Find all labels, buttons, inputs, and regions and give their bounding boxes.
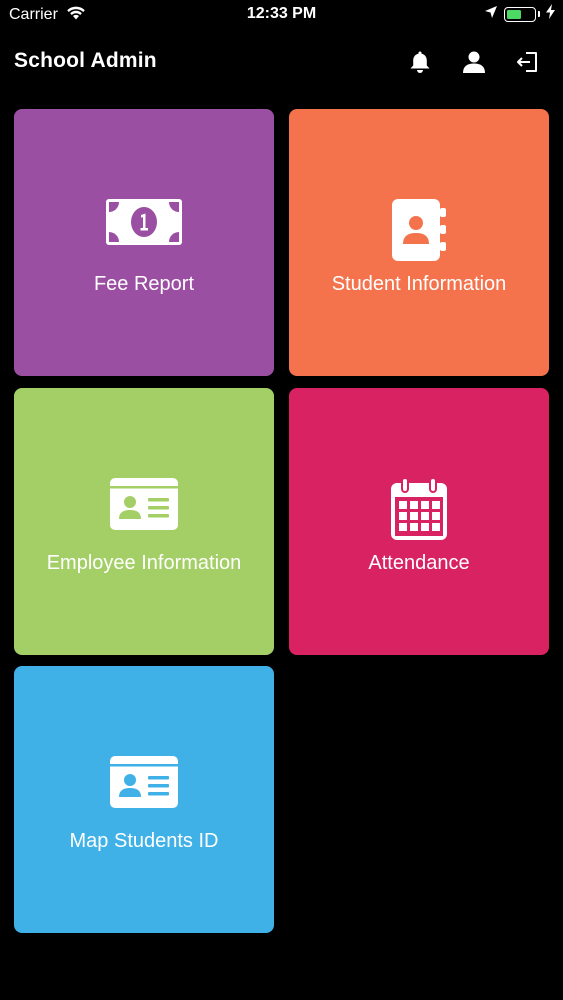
banknote-icon xyxy=(14,199,274,245)
logout-icon[interactable] xyxy=(514,48,542,76)
tile-attendance[interactable]: Attendance xyxy=(289,388,549,655)
tile-label: Map Students ID xyxy=(69,830,219,852)
location-arrow-icon xyxy=(484,5,498,24)
battery-level xyxy=(507,9,521,19)
tile-employee-information[interactable]: Employee Information xyxy=(14,388,274,655)
id-card-icon xyxy=(14,756,274,808)
tile-label: Employee Information xyxy=(46,552,242,574)
charging-bolt-icon xyxy=(546,4,555,24)
status-bar: Carrier 12:33 PM xyxy=(0,0,563,30)
id-card-icon xyxy=(14,478,274,530)
user-icon[interactable] xyxy=(460,48,488,76)
tile-fee-report[interactable]: Fee Report xyxy=(14,109,274,376)
tile-label: Attendance xyxy=(368,552,470,574)
status-indicators xyxy=(484,4,555,24)
clock: 12:33 PM xyxy=(246,5,317,22)
page-title: School Admin xyxy=(14,49,157,72)
contact-book-icon xyxy=(289,199,549,261)
tile-label: Fee Report xyxy=(93,273,195,295)
tile-map-students-id[interactable]: Map Students ID xyxy=(14,666,274,933)
bell-icon[interactable] xyxy=(406,48,434,76)
battery-nub xyxy=(538,11,540,17)
tile-student-information[interactable]: Student Information xyxy=(289,109,549,376)
navigation-bar: School Admin xyxy=(0,40,563,84)
calendar-icon xyxy=(289,478,549,540)
tile-label: Student Information xyxy=(331,273,507,295)
battery-icon xyxy=(504,6,536,22)
